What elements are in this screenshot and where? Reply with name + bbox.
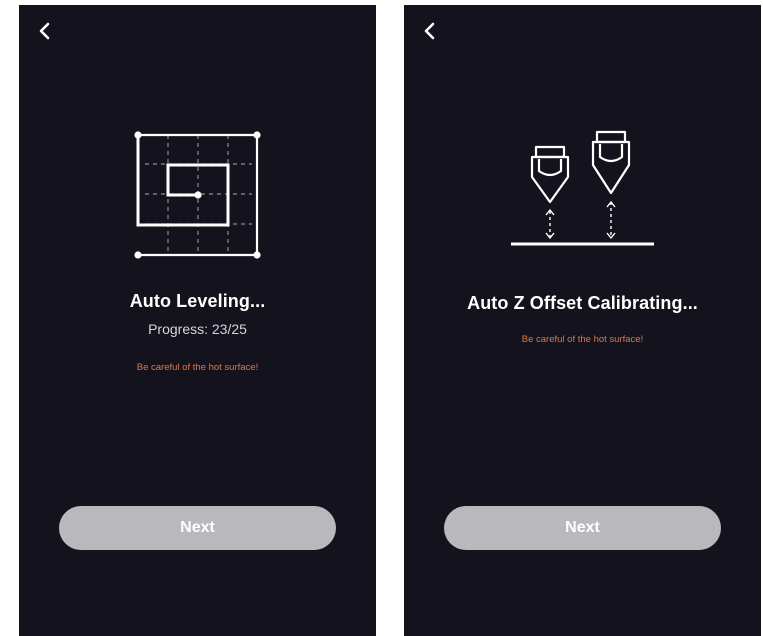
leveling-illustration [19,127,376,267]
chevron-left-icon [424,22,435,40]
back-button[interactable] [416,17,442,45]
hot-surface-warning: Be careful of the hot surface! [136,362,259,373]
bed-leveling-grid-icon [134,131,261,259]
auto-leveling-screen: Auto Leveling... Progress: 23/25 Be care… [19,5,376,636]
z-offset-illustration [404,125,761,265]
progress-text: Progress: 23/25 [148,321,247,337]
auto-z-offset-screen: Auto Z Offset Calibrating... Be careful … [404,5,761,636]
chevron-left-icon [39,22,50,40]
page-title: Auto Z Offset Calibrating... [467,293,698,313]
page-title: Auto Leveling... [129,291,266,311]
nozzle-z-offset-icon [511,130,654,246]
next-button[interactable]: Next [59,506,336,550]
next-button[interactable]: Next [444,506,721,550]
back-button[interactable] [31,17,57,45]
hot-surface-warning: Be careful of the hot surface! [521,334,644,345]
